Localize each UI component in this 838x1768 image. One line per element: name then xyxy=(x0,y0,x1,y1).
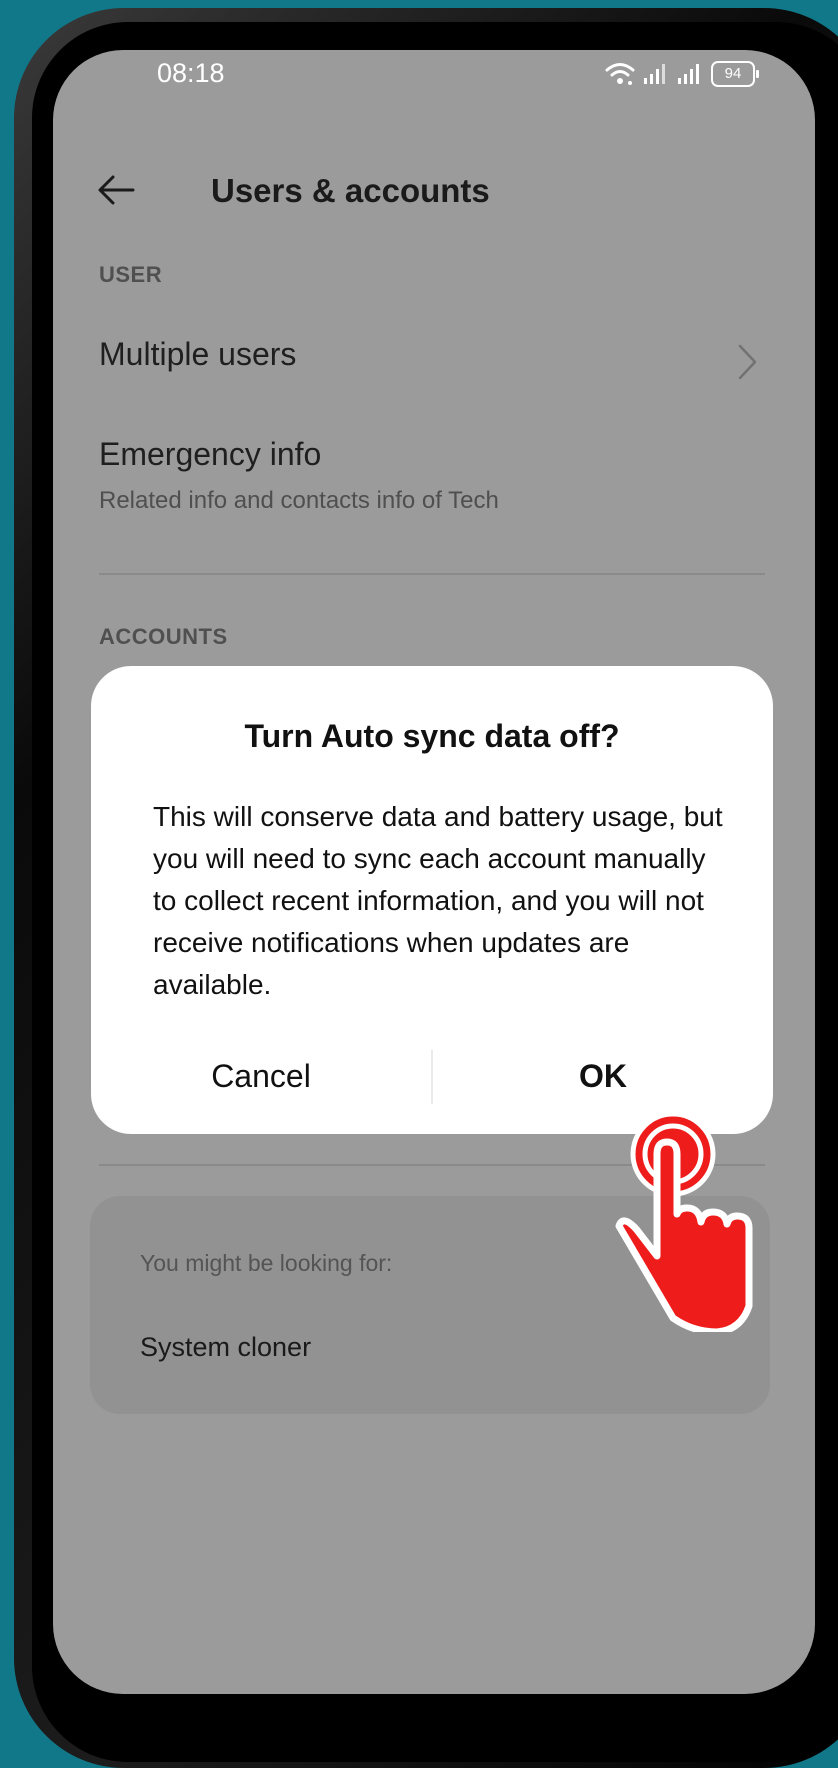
item-subtitle: Related info and contacts info of Tech xyxy=(99,487,499,514)
section-label-accounts: ACCOUNTS xyxy=(99,624,228,649)
ok-button[interactable]: OK xyxy=(433,1044,773,1108)
suggestion-item[interactable]: System cloner xyxy=(140,1332,311,1363)
wifi-icon xyxy=(605,63,635,85)
divider xyxy=(99,573,765,575)
chevron-right-icon xyxy=(738,344,757,380)
back-arrow-icon[interactable] xyxy=(93,164,145,216)
signal-icon xyxy=(644,64,665,84)
status-time: 08:18 xyxy=(157,58,225,88)
suggestions-label: You might be looking for: xyxy=(140,1250,393,1276)
page-title: Users & accounts xyxy=(211,172,490,209)
confirm-dialog: Turn Auto sync data off? This will conse… xyxy=(91,666,773,1134)
battery-icon: 94 xyxy=(711,61,759,87)
section-label-user: USER xyxy=(99,262,163,287)
dialog-message: This will conserve data and battery usag… xyxy=(153,801,723,1000)
header: Users & accounts xyxy=(93,150,773,230)
list-item-multiple-users[interactable]: Multiple users xyxy=(99,336,759,380)
item-title: Emergency info xyxy=(99,436,322,472)
dialog-title: Turn Auto sync data off? xyxy=(244,718,620,754)
phone-screen: 08:18 94 Users & accounts USER Multiple … xyxy=(53,50,815,1694)
item-title: Multiple users xyxy=(99,336,297,372)
cancel-button[interactable]: Cancel xyxy=(91,1044,431,1108)
signal-icon-2 xyxy=(678,64,699,84)
tap-pointer-icon xyxy=(615,1111,753,1332)
status-icons: 94 xyxy=(605,56,759,92)
list-item-emergency-info[interactable]: Emergency info Related info and contacts… xyxy=(99,436,759,515)
